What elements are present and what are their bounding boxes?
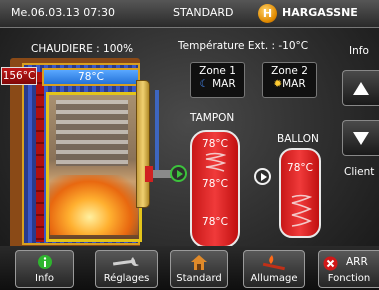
- stop-function-button[interactable]: ARR Fonction: [318, 250, 379, 288]
- scroll-down-button[interactable]: [342, 120, 379, 156]
- tampon-tank[interactable]: 78°C 78°C 78°C: [190, 130, 240, 248]
- torch-icon: [244, 254, 304, 271]
- function-button-label: Fonction: [327, 273, 371, 284]
- boiler-door: [136, 80, 150, 208]
- ballon-pump-icon: [254, 168, 271, 185]
- flue-pipe: [36, 72, 44, 242]
- arrow-up-icon: [353, 82, 369, 95]
- house-icon: [171, 254, 227, 271]
- zone-1-status: MAR: [212, 78, 236, 90]
- outdoor-temperature: Température Ext. : -10°C: [178, 40, 309, 52]
- status-bar: Me.06.03.13 07:30 STANDARD H HARGASSNE: [0, 0, 379, 28]
- tampon-temp-top: 78°C: [202, 138, 228, 150]
- boiler-water-gauge: 78°C: [42, 68, 140, 86]
- ballon-coil-icon: [290, 194, 312, 228]
- valve-icon: [145, 166, 153, 182]
- zone-2-name: Zone 2: [271, 65, 308, 77]
- tampon-temp-bottom: 78°C: [202, 216, 228, 228]
- stop-status: ARR: [346, 256, 368, 268]
- settings-button[interactable]: Réglages: [95, 250, 158, 288]
- client-label: Client: [344, 166, 375, 178]
- info-label: Info: [349, 45, 369, 57]
- standard-button[interactable]: Standard: [170, 250, 228, 288]
- tampon-coil-icon: [204, 152, 226, 174]
- scroll-up-button[interactable]: [342, 70, 379, 106]
- ignition-button-label: Allumage: [250, 273, 298, 284]
- standard-button-label: Standard: [176, 273, 222, 284]
- operating-mode: STANDARD: [173, 6, 234, 19]
- moon-icon: ☾: [199, 78, 209, 90]
- ignition-button[interactable]: Allumage: [243, 250, 305, 288]
- boiler-water-temp: 78°C: [78, 71, 104, 83]
- zone-2-panel[interactable]: Zone 2 ✹MAR: [262, 62, 317, 98]
- ballon-label: BALLON: [277, 133, 319, 145]
- info-icon: [16, 254, 73, 271]
- zone-1-panel[interactable]: Zone 1 ☾ MAR: [190, 62, 245, 98]
- info-button[interactable]: Info: [15, 250, 74, 288]
- control-screen: Me.06.03.13 07:30 STANDARD H HARGASSNE C…: [0, 0, 379, 290]
- wrench-icon: [96, 254, 157, 271]
- info-button-label: Info: [35, 273, 54, 284]
- flame-icon: [50, 175, 138, 235]
- supply-pipe: [155, 90, 159, 170]
- arrow-down-icon: [353, 132, 369, 145]
- zone-2-status: MAR: [282, 78, 306, 90]
- brand-logo-icon: H: [258, 4, 277, 23]
- sun-icon: ✹: [273, 78, 283, 90]
- tampon-label: TAMPON: [190, 112, 235, 124]
- date-time: Me.06.03.13 07:30: [11, 6, 115, 19]
- zone-1-name: Zone 1: [199, 65, 236, 77]
- ballon-temp: 78°C: [287, 162, 313, 174]
- flue-temp-badge: 156°C: [1, 67, 37, 85]
- ballon-tank[interactable]: 78°C: [279, 148, 321, 238]
- brand-name: HARGASSNE: [282, 6, 358, 19]
- boiler-title: CHAUDIERE : 100%: [31, 43, 134, 55]
- boiler-pump-icon: [170, 165, 187, 182]
- heat-exchanger-tubes: [56, 100, 128, 166]
- tampon-temp-middle: 78°C: [202, 178, 228, 190]
- settings-button-label: Réglages: [103, 273, 150, 284]
